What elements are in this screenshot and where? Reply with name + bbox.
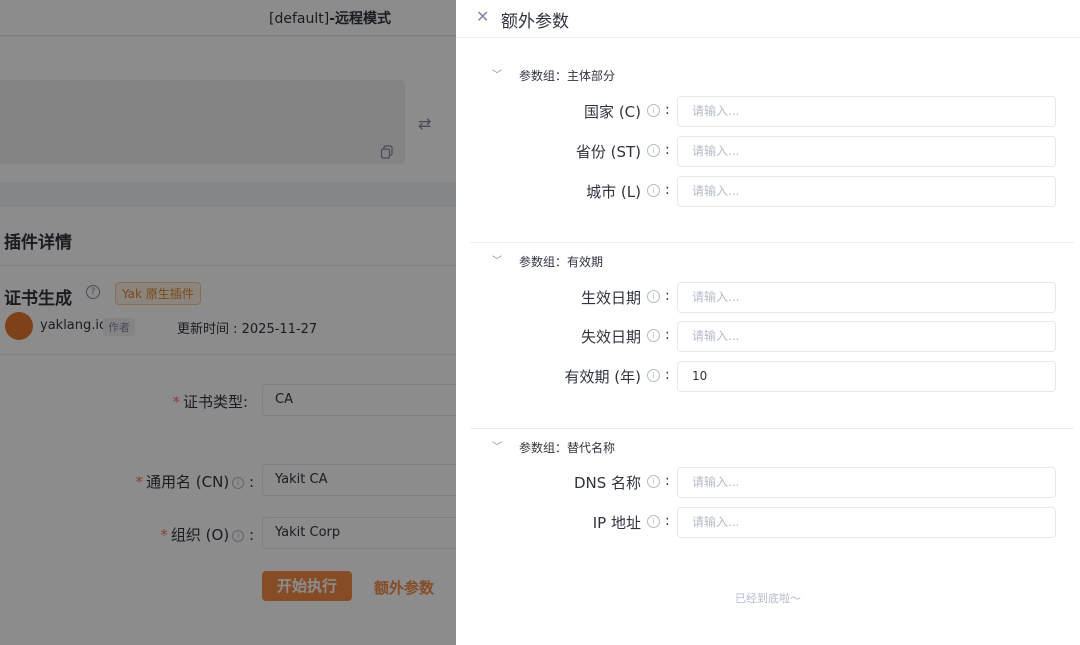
field-label-dns-name: DNS 名称 [573,474,641,492]
ip-address-input[interactable]: 请输入... [677,507,1056,538]
info-icon: i [647,475,660,488]
field-colon: : [665,473,670,489]
chevron-down-icon[interactable]: ﹀ [492,438,502,453]
field-label-province: 省份 (ST) [575,143,641,161]
field-label-end-date: 失效日期 [580,328,641,346]
city-input[interactable]: 请输入... [677,176,1056,207]
field-colon: : [665,102,670,118]
field-label-ip-address: IP 地址 [592,514,641,532]
info-icon: i [647,329,660,342]
group-label: 参数组：主体部分 [519,69,616,83]
info-icon: i [647,144,660,157]
drawer-title: 额外参数 [501,12,569,32]
end-date-input[interactable]: 请输入... [677,321,1056,352]
drawer-header: ✕ 额外参数 [456,0,1080,38]
close-icon[interactable]: ✕ [476,7,489,26]
chevron-down-icon[interactable]: ﹀ [492,252,502,267]
info-icon: i [647,290,660,303]
chevron-down-icon[interactable]: ﹀ [492,66,502,81]
field-label-country: 国家 (C) [584,103,641,121]
field-colon: : [665,367,670,383]
field-colon: : [665,327,670,343]
group-divider [470,428,1074,429]
modal-mask[interactable] [0,0,456,645]
field-colon: : [665,182,670,198]
info-icon: i [647,184,660,197]
province-input[interactable]: 请输入... [677,136,1056,167]
info-icon: i [647,104,660,117]
field-label-start-date: 生效日期 [580,289,641,307]
group-label: 参数组：有效期 [519,255,604,269]
extra-params-drawer: ✕ 额外参数 ﹀ 参数组：主体部分 国家 (C) i : 请输入... 省份 (… [456,0,1080,645]
start-date-input[interactable]: 请输入... [677,282,1056,313]
info-icon: i [647,369,660,382]
field-colon: : [665,142,670,158]
end-of-list-note: 已经到底啦～ [735,592,801,605]
field-label-validity-years: 有效期 (年) [564,368,641,386]
dns-name-input[interactable]: 请输入... [677,467,1056,498]
validity-years-input[interactable]: 10 [677,361,1056,392]
field-colon: : [665,288,670,304]
group-divider [470,242,1074,243]
field-colon: : [665,513,670,529]
country-input[interactable]: 请输入... [677,96,1056,127]
group-label: 参数组：替代名称 [519,441,616,455]
field-label-city: 城市 (L) [586,183,641,201]
info-icon: i [647,515,660,528]
